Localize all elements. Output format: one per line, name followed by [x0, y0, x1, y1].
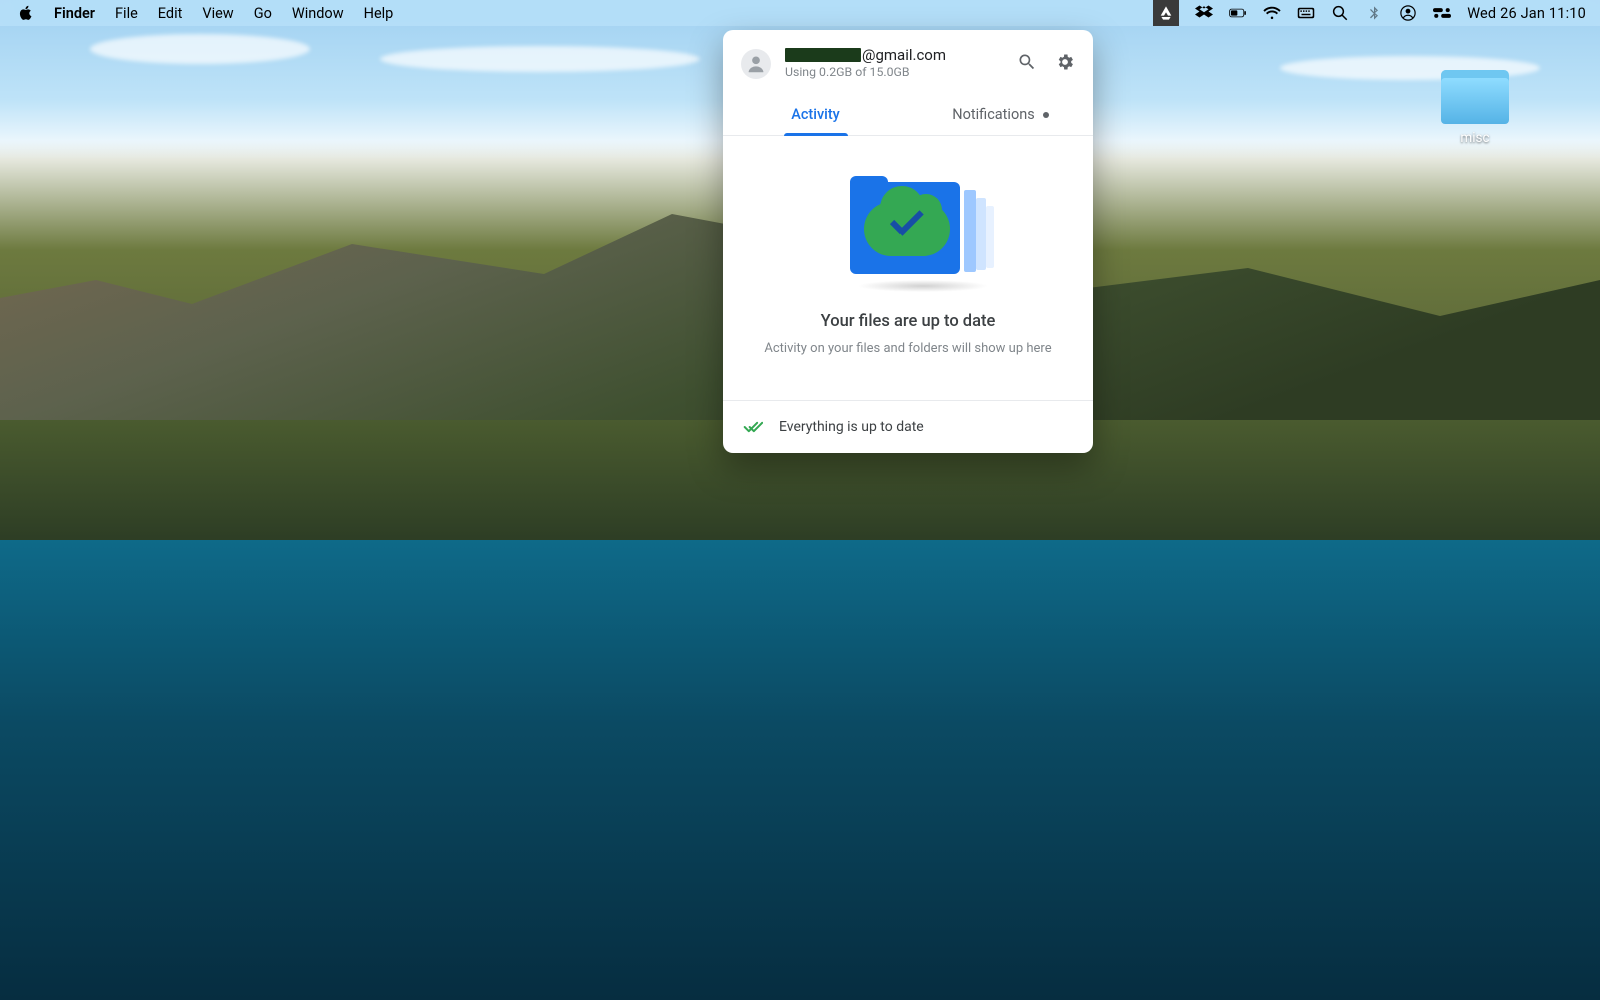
wifi-icon[interactable]	[1263, 4, 1281, 22]
menu-bar: Finder File Edit View Go Window Help	[0, 0, 1600, 26]
tab-notifications[interactable]: Notifications	[908, 95, 1093, 135]
drive-panel-header: @gmail.com Using 0.2GB of 15.0GB	[723, 30, 1093, 95]
menu-item-edit[interactable]: Edit	[158, 5, 183, 22]
drive-panel-footer: Everything is up to date	[723, 400, 1093, 453]
menu-item-window[interactable]: Window	[292, 5, 344, 22]
menu-item-go[interactable]: Go	[254, 5, 272, 22]
google-drive-menubar-icon[interactable]	[1153, 0, 1179, 26]
desktop-folder-label: misc	[1430, 130, 1520, 146]
drive-tabs: Activity Notifications	[723, 95, 1093, 136]
email-suffix: @gmail.com	[862, 46, 946, 65]
menu-item-file[interactable]: File	[115, 5, 138, 22]
menu-clock[interactable]: Wed 26 Jan 11:10	[1467, 5, 1586, 22]
drive-panel-body: Your files are up to date Activity on yo…	[723, 136, 1093, 400]
gear-icon[interactable]	[1055, 52, 1075, 76]
footer-status-text: Everything is up to date	[779, 419, 924, 435]
redacted-username	[785, 48, 861, 62]
dropbox-icon[interactable]	[1195, 4, 1213, 22]
folder-icon	[1441, 70, 1509, 124]
double-check-icon	[743, 417, 763, 437]
synced-files-illustration	[828, 176, 988, 286]
battery-icon[interactable]	[1229, 4, 1247, 22]
menu-item-view[interactable]: View	[202, 5, 233, 22]
menu-app-name[interactable]: Finder	[54, 5, 95, 22]
desktop-folder-misc[interactable]: misc	[1430, 70, 1520, 146]
storage-usage-text: Using 0.2GB of 15.0GB	[785, 66, 1003, 81]
sync-status-subtitle: Activity on your files and folders will …	[751, 341, 1065, 356]
tab-activity-label: Activity	[791, 106, 840, 123]
notification-dot-badge	[1043, 112, 1049, 118]
control-center-icon[interactable]	[1433, 4, 1451, 22]
search-icon[interactable]	[1017, 52, 1037, 76]
user-account-icon[interactable]	[1399, 4, 1417, 22]
menu-item-help[interactable]: Help	[364, 5, 394, 22]
keyboard-input-icon[interactable]	[1297, 4, 1315, 22]
account-email: @gmail.com	[785, 46, 1003, 65]
tab-activity[interactable]: Activity	[723, 95, 908, 135]
apple-icon[interactable]	[18, 5, 34, 21]
sync-status-title: Your files are up to date	[751, 312, 1065, 331]
spotlight-search-icon[interactable]	[1331, 4, 1349, 22]
bluetooth-off-icon[interactable]	[1365, 4, 1383, 22]
tab-notifications-label: Notifications	[952, 106, 1034, 123]
google-drive-panel: @gmail.com Using 0.2GB of 15.0GB Activit…	[723, 30, 1093, 453]
account-avatar[interactable]	[741, 49, 771, 79]
